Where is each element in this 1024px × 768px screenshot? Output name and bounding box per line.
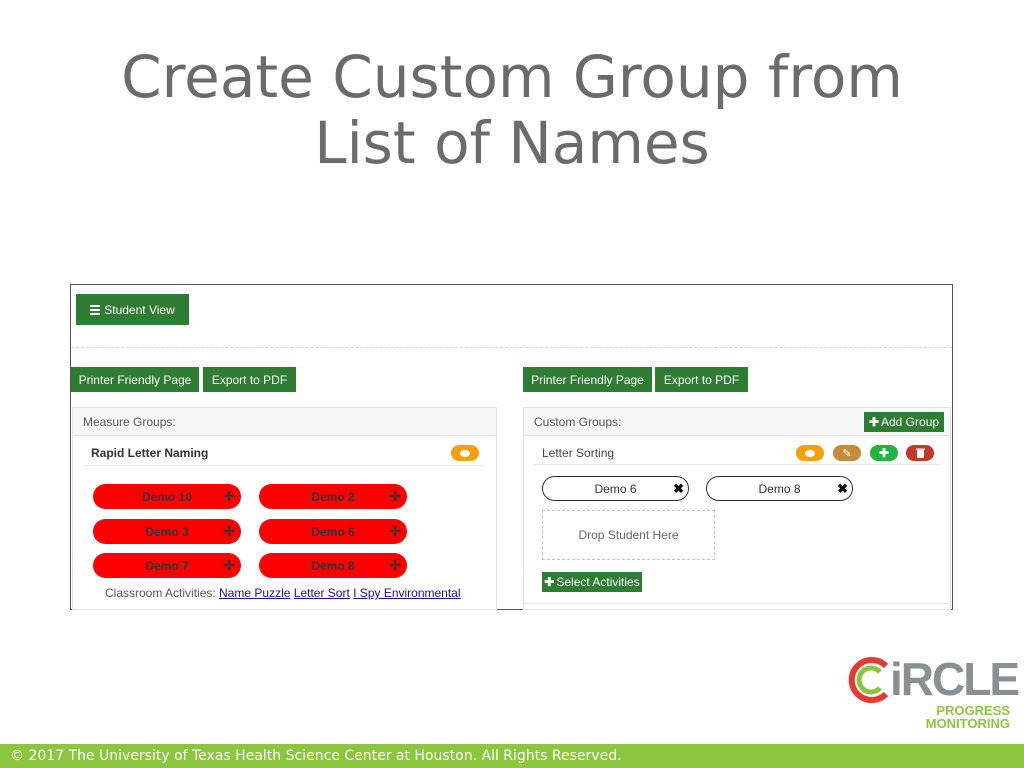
select-activities-label: Select Activities — [556, 575, 640, 589]
student-name: Demo 8 — [758, 481, 801, 496]
close-icon[interactable]: ✖ — [837, 481, 848, 497]
classroom-activities: Classroom Activities: Name Puzzle Letter… — [105, 586, 461, 600]
comment-icon[interactable] — [451, 445, 479, 461]
pencil-icon[interactable]: ✎ — [833, 445, 861, 461]
slide-title: Create Custom Group from List of Names — [40, 44, 984, 176]
circle-progress-monitoring-logo: iRCLE PROGRESS MONITORING — [846, 652, 1020, 736]
student-name: Demo 6 — [311, 524, 355, 539]
student-name: Demo 6 — [594, 481, 637, 496]
logo-line-2: MONITORING — [925, 716, 1010, 731]
list-icon — [90, 304, 101, 315]
trash-icon[interactable] — [906, 445, 934, 461]
plus-icon: ✚ — [544, 575, 555, 589]
panel-divider — [524, 603, 950, 604]
copyright-footer: © 2017 The University of Texas Health Sc… — [0, 744, 1024, 768]
student-name: Demo 2 — [311, 489, 355, 504]
slide-title-line-1: Create Custom Group from — [121, 43, 903, 111]
custom-group-name: Letter Sorting — [542, 446, 615, 460]
student-chip[interactable]: Demo 10 ✢ — [93, 484, 241, 509]
custom-student-chip[interactable]: Demo 6 ✖ — [542, 476, 689, 501]
printer-friendly-button-left[interactable]: Printer Friendly Page — [71, 367, 199, 392]
activity-link-i-spy-environmental[interactable]: I Spy Environmental — [353, 586, 460, 600]
student-chip[interactable]: Demo 8 ✢ — [259, 553, 407, 578]
select-activities-button[interactable]: ✚ Select Activities — [542, 572, 642, 592]
group-divider — [534, 464, 940, 465]
drop-student-zone[interactable]: Drop Student Here — [542, 510, 715, 560]
plus-icon: ✚ — [868, 415, 879, 429]
student-view-label: Student View — [104, 302, 175, 317]
move-icon[interactable]: ✢ — [223, 489, 235, 503]
export-pdf-button-right[interactable]: Export to PDF — [655, 367, 748, 392]
student-chip[interactable]: Demo 7 ✢ — [93, 553, 241, 578]
move-icon[interactable]: ✢ — [389, 489, 401, 503]
activities-label: Classroom Activities: — [105, 586, 216, 600]
move-icon[interactable]: ✢ — [223, 558, 235, 572]
custom-groups-panel: Custom Groups: ✚ Add Group Letter Sortin… — [523, 407, 951, 610]
printer-friendly-button-right[interactable]: Printer Friendly Page — [523, 367, 652, 392]
comment-icon[interactable] — [796, 445, 824, 461]
top-bar: Student View — [71, 285, 952, 348]
student-chip[interactable]: Demo 3 ✢ — [93, 519, 241, 544]
logo-wordmark: iRCLE — [890, 653, 1020, 705]
activity-link-name-puzzle[interactable]: Name Puzzle — [219, 586, 290, 600]
plus-icon[interactable]: ✚ — [870, 445, 898, 461]
student-chip[interactable]: Demo 2 ✢ — [259, 484, 407, 509]
student-name: Demo 3 — [145, 524, 189, 539]
activity-link-letter-sort[interactable]: Letter Sort — [294, 586, 350, 600]
group-divider — [83, 465, 482, 466]
slide-title-line-2: List of Names — [314, 109, 710, 177]
move-icon[interactable]: ✢ — [223, 524, 235, 538]
measure-groups-panel: Measure Groups: Rapid Letter Naming Demo… — [72, 407, 497, 610]
move-icon[interactable]: ✢ — [389, 558, 401, 572]
add-group-button[interactable]: ✚ Add Group — [864, 412, 944, 432]
app-screenshot: Student View Printer Friendly Page Expor… — [70, 284, 953, 610]
add-group-label: Add Group — [881, 415, 940, 429]
student-chip[interactable]: Demo 6 ✢ — [259, 519, 407, 544]
custom-student-chip[interactable]: Demo 8 ✖ — [706, 476, 853, 501]
measure-groups-header: Measure Groups: — [73, 408, 496, 436]
measure-group-name: Rapid Letter Naming — [91, 446, 209, 460]
export-pdf-button-left[interactable]: Export to PDF — [203, 367, 296, 392]
student-name: Demo 7 — [145, 558, 189, 573]
student-view-button[interactable]: Student View — [76, 294, 189, 325]
student-name: Demo 8 — [311, 558, 355, 573]
student-name: Demo 10 — [141, 489, 193, 504]
close-icon[interactable]: ✖ — [673, 481, 684, 497]
move-icon[interactable]: ✢ — [389, 524, 401, 538]
